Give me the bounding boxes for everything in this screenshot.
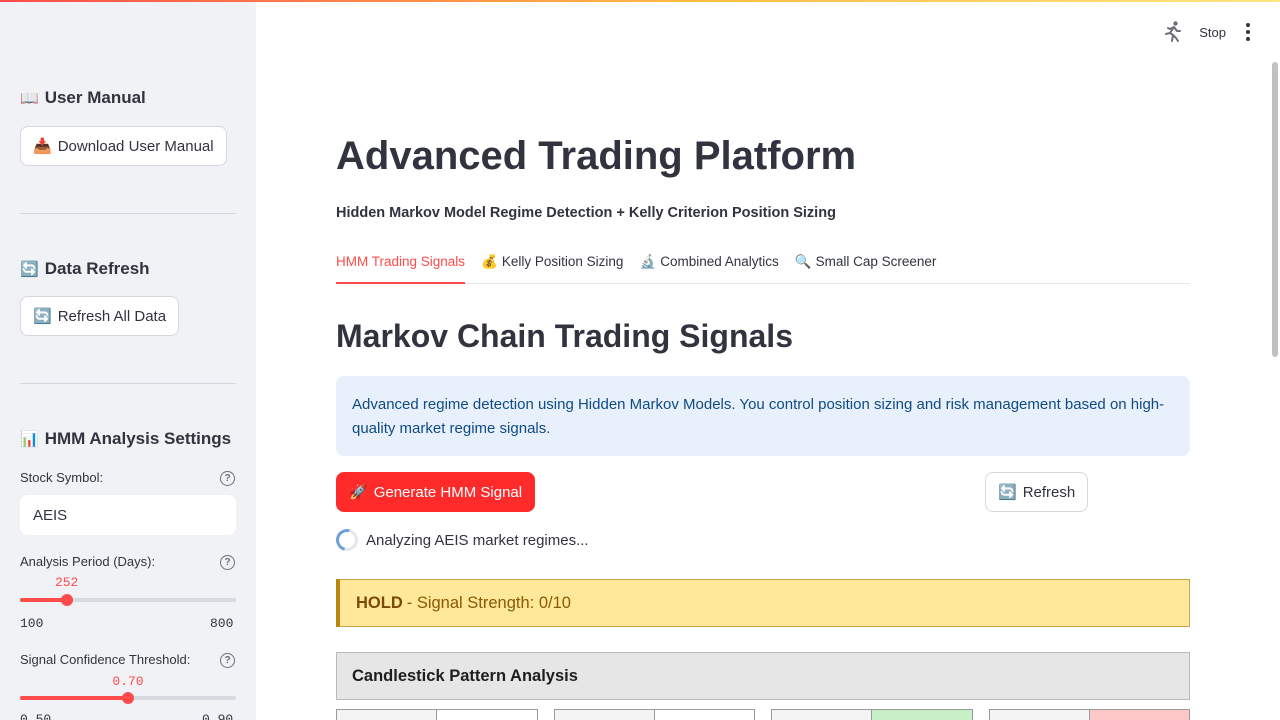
metric-cell: [436, 709, 538, 720]
refresh-button[interactable]: 🔄 Refresh: [985, 472, 1089, 512]
signal-strength-text: - Signal Strength: 0/10: [406, 593, 571, 612]
spinner-icon: [331, 524, 363, 556]
main-content: Stop Advanced Trading Platform Hidden Ma…: [256, 2, 1280, 720]
microscope-icon: 🔬: [639, 254, 657, 269]
rocket-icon: 🚀: [349, 484, 368, 501]
bearish-metric-cell: [1089, 709, 1190, 720]
metric-cell: [989, 709, 1090, 720]
confidence-threshold-slider[interactable]: [20, 692, 236, 704]
analysis-period-label: Analysis Period (Days):: [20, 554, 156, 569]
money-bag-icon: 💰: [481, 254, 498, 269]
download-user-manual-label: Download User Manual: [57, 137, 214, 155]
info-alert: Advanced regime detection using Hidden M…: [336, 376, 1190, 456]
help-icon[interactable]: ?: [220, 471, 235, 486]
sidebar-divider: [20, 213, 236, 214]
data-refresh-heading: 🔄 Data Refresh: [20, 259, 150, 279]
slider-thumb[interactable]: [122, 692, 134, 704]
analysis-period-max: 800: [210, 616, 234, 631]
hmm-settings-heading: 📊 HMM Analysis Settings: [20, 429, 231, 449]
section-title: Markov Chain Trading Signals: [336, 318, 793, 354]
main-menu-icon[interactable]: [1240, 22, 1256, 42]
running-status[interactable]: Stop: [1161, 20, 1226, 44]
refresh-icon: 🔄: [33, 308, 52, 325]
refresh-all-data-button[interactable]: 🔄 Refresh All Data: [20, 296, 180, 336]
tab-bar: HMM Trading Signals 💰 Kelly Position Siz…: [336, 252, 1190, 284]
user-manual-heading: 📖 User Manual: [20, 88, 146, 108]
help-icon[interactable]: ?: [220, 653, 235, 668]
generate-hmm-signal-label: Generate HMM Signal: [373, 483, 523, 501]
tab-kelly-position-sizing[interactable]: 💰 Kelly Position Sizing: [481, 252, 623, 284]
refresh-icon: 🔄: [20, 261, 39, 278]
user-manual-heading-text: User Manual: [44, 88, 146, 107]
sidebar-divider: [20, 383, 236, 384]
signal-label: HOLD: [356, 593, 403, 612]
analysis-period-slider[interactable]: [20, 594, 236, 606]
slider-fill: [20, 598, 67, 602]
generate-hmm-signal-button[interactable]: 🚀 Generate HMM Signal: [336, 472, 536, 512]
page-title: Advanced Trading Platform: [336, 134, 857, 178]
stop-button[interactable]: Stop: [1199, 25, 1226, 40]
loading-status: Analyzing AEIS market regimes...: [331, 524, 589, 556]
confidence-threshold-max: 0.90: [202, 712, 234, 720]
tab-label: Combined Analytics: [660, 254, 779, 269]
tab-label: Small Cap Screener: [815, 254, 937, 269]
sidebar: 📖 User Manual 📥 Download User Manual 🔄 D…: [0, 2, 256, 720]
metric-cell: [554, 709, 655, 720]
confidence-threshold-min: 0.50: [20, 712, 52, 720]
refresh-all-data-label: Refresh All Data: [57, 307, 167, 325]
bullish-metric-cell: [871, 709, 973, 720]
metric-cell: [336, 709, 437, 720]
analysis-period-min: 100: [20, 616, 44, 631]
inbox-tray-icon: 📥: [33, 138, 52, 155]
hmm-settings-heading-text: HMM Analysis Settings: [44, 429, 232, 448]
tab-combined-analytics[interactable]: 🔬 Combined Analytics: [639, 252, 778, 284]
stock-symbol-label: Stock Symbol:: [20, 470, 104, 485]
magnifier-icon: 🔍: [794, 254, 812, 269]
app-header-actions: Stop: [1161, 20, 1256, 44]
refresh-icon: 🔄: [998, 484, 1017, 501]
signal-banner: HOLD - Signal Strength: 0/10: [336, 579, 1190, 627]
tab-hmm-trading-signals[interactable]: HMM Trading Signals: [336, 252, 466, 284]
download-user-manual-button[interactable]: 📥 Download User Manual: [20, 126, 227, 166]
slider-thumb[interactable]: [60, 594, 73, 606]
book-icon: 📖: [20, 90, 39, 107]
slider-fill: [20, 696, 128, 700]
refresh-label: Refresh: [1022, 483, 1076, 501]
stock-symbol-input[interactable]: AEIS: [20, 495, 236, 535]
bar-chart-icon: 📊: [20, 431, 39, 448]
tab-label: Kelly Position Sizing: [501, 254, 624, 269]
metric-cell: [654, 709, 755, 720]
analysis-period-value: 252: [54, 575, 79, 590]
help-icon[interactable]: ?: [220, 555, 235, 570]
pattern-metrics-row: [336, 709, 1190, 720]
page-subtitle: Hidden Markov Model Regime Detection + K…: [336, 205, 836, 221]
running-man-icon: [1165, 21, 1182, 42]
confidence-threshold-label: Signal Confidence Threshold:: [20, 652, 191, 667]
loading-text: Analyzing AEIS market regimes...: [366, 531, 589, 549]
metric-cell: [771, 709, 872, 720]
candlestick-pattern-header: Candlestick Pattern Analysis: [336, 652, 1190, 700]
scrollbar[interactable]: [1272, 62, 1278, 357]
tab-small-cap-screener[interactable]: 🔍 Small Cap Screener: [795, 252, 937, 284]
tab-label: HMM Trading Signals: [336, 254, 466, 269]
confidence-threshold-value: 0.70: [112, 674, 144, 689]
data-refresh-heading-text: Data Refresh: [44, 259, 150, 278]
